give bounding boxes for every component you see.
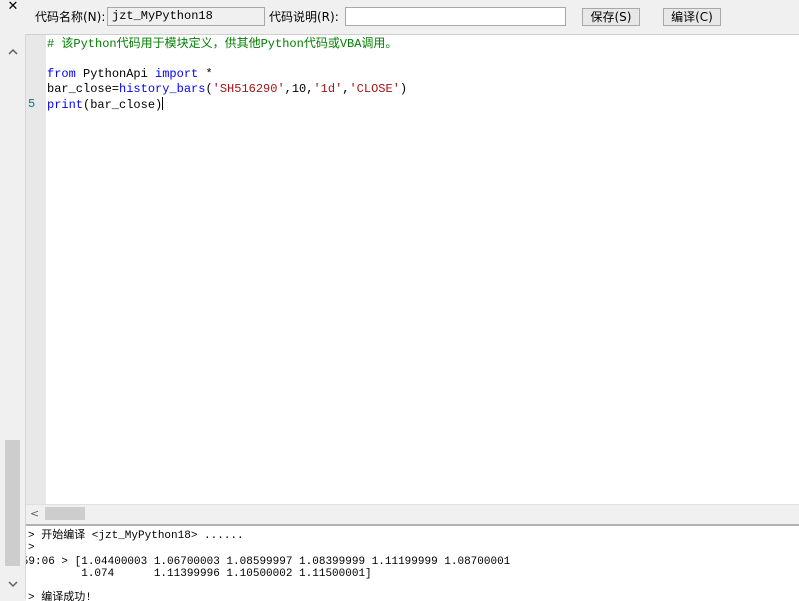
code-token: PythonApi xyxy=(75,67,156,81)
code-name-label: 代码名称(N): xyxy=(35,10,106,24)
code-line[interactable]: print(bar_close) xyxy=(47,97,799,112)
code-token: bar_close= xyxy=(47,82,120,96)
code-line[interactable]: from PythonApi import * xyxy=(47,67,799,82)
code-token: import xyxy=(155,67,199,81)
code-token: ) xyxy=(399,82,408,96)
vertical-scroll-thumb[interactable] xyxy=(5,440,20,566)
scroll-up-icon[interactable] xyxy=(7,46,19,58)
line-number-gutter: 5 xyxy=(26,35,46,505)
save-button[interactable]: 保存(S) xyxy=(582,8,640,26)
code-token: * xyxy=(198,67,213,81)
code-line[interactable] xyxy=(47,52,799,67)
code-editor[interactable]: 5 # 该Python代码用于模块定义，供其他Python代码或VBA调用。 fr… xyxy=(26,34,799,505)
code-desc-label: 代码说明(R): xyxy=(269,10,339,24)
code-token: 'CLOSE' xyxy=(349,82,400,96)
output-line: > 编译成功! xyxy=(28,592,92,601)
left-panel-strip: ✕ xyxy=(0,0,26,599)
code-name-field[interactable]: jzt_MyPython18 xyxy=(107,7,265,26)
code-token: 'SH516290' xyxy=(212,82,285,96)
compile-button[interactable]: 编译(C) xyxy=(663,8,721,26)
code-token: '1d' xyxy=(313,82,343,96)
output-line: 13:59:06 > [1.04400003 1.06700003 1.0859… xyxy=(26,556,511,568)
scroll-down-icon[interactable] xyxy=(7,578,19,590)
code-token: ( xyxy=(205,82,213,96)
line-number: 5 xyxy=(28,97,36,111)
code-token: ,10, xyxy=(284,82,314,96)
output-line: 1.074 1.11399996 1.10500002 1.11500001] xyxy=(26,568,372,580)
code-token: print xyxy=(47,98,84,112)
text-caret xyxy=(162,97,164,110)
toolbar: 代码名称(N): jzt_MyPython18 代码说明(R): 保存(S) 编… xyxy=(25,0,799,34)
horizontal-scrollbar[interactable]: < xyxy=(26,504,799,522)
code-desc-field[interactable] xyxy=(345,7,566,26)
output-pane: > 开始编译 <jzt_MyPython18> ...... >13:59:06 … xyxy=(26,524,799,601)
close-icon[interactable]: ✕ xyxy=(6,0,20,14)
output-line: > 开始编译 <jzt_MyPython18> ...... xyxy=(28,530,244,542)
horizontal-scroll-thumb[interactable] xyxy=(45,507,85,520)
code-token: from xyxy=(47,67,76,81)
code-text[interactable]: # 该Python代码用于模块定义，供其他Python代码或VBA调用。 from… xyxy=(47,37,799,112)
code-token: history_bars xyxy=(119,82,206,96)
code-line[interactable]: bar_close=history_bars('SH516290',10,'1d… xyxy=(47,82,799,97)
code-token: # 该Python代码用于模块定义，供其他Python代码或VBA调用。 xyxy=(47,37,398,51)
scroll-left-icon[interactable]: < xyxy=(30,507,39,520)
output-line: > xyxy=(28,542,35,554)
code-token: (bar_close) xyxy=(83,98,163,112)
code-line[interactable]: # 该Python代码用于模块定义，供其他Python代码或VBA调用。 xyxy=(47,37,799,52)
